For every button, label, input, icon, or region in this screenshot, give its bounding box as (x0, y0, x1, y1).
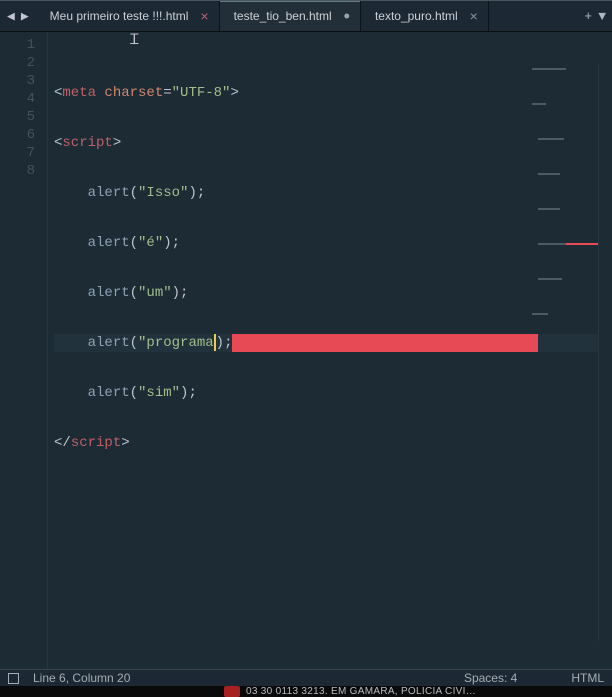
taskbar-tile (224, 686, 240, 697)
new-tab-icon[interactable]: + (584, 9, 592, 24)
tab-1[interactable]: Meu primeiro teste !!!.html × (36, 1, 220, 31)
code-line-5: alert("um"); (54, 284, 606, 302)
tab-controls: + ▼ (578, 1, 612, 31)
minimap[interactable] (532, 36, 608, 60)
line-number: 7 (6, 144, 35, 162)
selection-highlight (232, 334, 538, 352)
code-line-8: </script> (54, 434, 606, 452)
gutter: 1 2 3 4 5 6 7 8 (0, 32, 48, 669)
tab-3[interactable]: texto_puro.html × (361, 1, 489, 31)
code-line-3: alert("Isso"); (54, 184, 606, 202)
tab-1-label: Meu primeiro teste !!!.html (50, 9, 189, 23)
taskbar-text: 03 30 0113 3213. EM GAMARA, POLICIA CIVI… (246, 686, 476, 697)
tab-nav: ◀ ▶ (0, 1, 36, 31)
indent-setting[interactable]: Spaces: 4 (464, 671, 517, 685)
tabs-container: Meu primeiro teste !!!.html × teste_tio_… (36, 1, 579, 31)
scrollbar-vertical[interactable] (598, 64, 612, 641)
code-line-6: alert("programa); (54, 334, 606, 352)
tab-menu-icon[interactable]: ▼ (598, 9, 606, 24)
code-content[interactable]: Ꮖ <meta charset="UTF-8"> <script> alert(… (48, 32, 612, 669)
status-bar: Line 6, Column 20 Spaces: 4 HTML (0, 669, 612, 686)
cursor-position[interactable]: Line 6, Column 20 (33, 671, 130, 685)
editor-area[interactable]: 1 2 3 4 5 6 7 8 Ꮖ <meta charset="UTF-8">… (0, 32, 612, 669)
language-mode[interactable]: HTML (571, 671, 604, 685)
text-cursor-icon: Ꮖ (130, 33, 139, 49)
code-line-4: alert("é"); (54, 234, 606, 252)
line-number: 6 (6, 126, 35, 144)
close-icon[interactable]: × (470, 8, 478, 24)
code-line-1: <meta charset="UTF-8"> (54, 84, 606, 102)
os-taskbar: 03 30 0113 3213. EM GAMARA, POLICIA CIVI… (0, 686, 612, 697)
tab-prev-icon[interactable]: ◀ (4, 7, 18, 26)
close-icon[interactable]: × (200, 8, 208, 24)
line-number: 5 (6, 108, 35, 126)
tab-3-label: texto_puro.html (375, 9, 458, 23)
code-line-7: alert("sim"); (54, 384, 606, 402)
tab-next-icon[interactable]: ▶ (18, 7, 32, 26)
tab-2[interactable]: teste_tio_ben.html • (220, 1, 361, 31)
panel-icon[interactable] (8, 673, 19, 684)
tab-bar: ◀ ▶ Meu primeiro teste !!!.html × teste_… (0, 0, 612, 32)
line-number: 8 (6, 162, 35, 180)
code-line-2: <script> (54, 134, 606, 152)
line-number: 2 (6, 54, 35, 72)
line-number: 1 (6, 36, 35, 54)
tab-2-label: teste_tio_ben.html (234, 9, 332, 23)
line-number: 4 (6, 90, 35, 108)
line-number: 3 (6, 72, 35, 90)
